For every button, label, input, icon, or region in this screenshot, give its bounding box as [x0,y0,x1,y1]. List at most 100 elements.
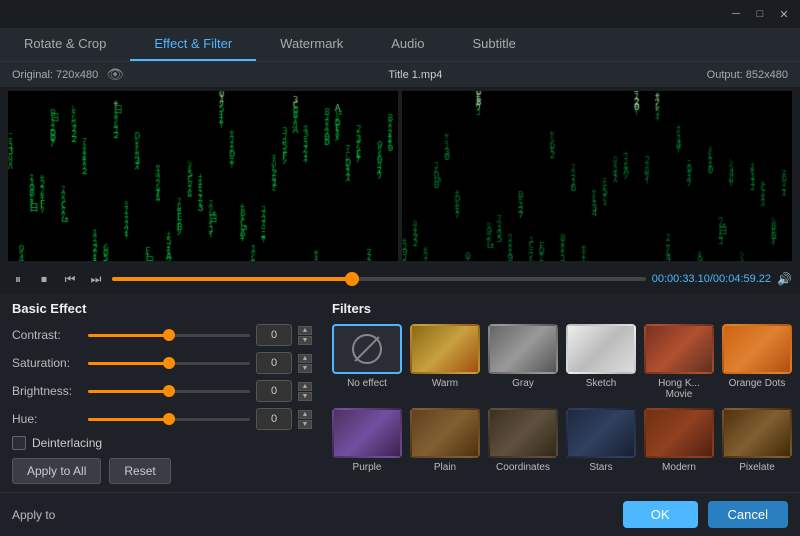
reset-button[interactable]: Reset [109,458,170,484]
contrast-value: 0 [256,324,292,346]
tab-subtitle[interactable]: Subtitle [449,28,540,61]
filter-coordinates-label: Coordinates [496,462,550,473]
filter-modern-label: Modern [662,462,696,473]
output-size-label: Output: 852x480 [707,69,788,81]
filter-sketch[interactable]: Sketch [566,324,636,400]
brightness-spinner[interactable]: ▲ ▼ [298,382,312,401]
apply-all-button[interactable]: Apply to All [12,458,101,484]
no-effect-icon [352,334,382,364]
tab-audio[interactable]: Audio [367,28,448,61]
brightness-label: Brightness: [12,384,82,398]
tab-effect-filter[interactable]: Effect & Filter [130,28,256,61]
filter-stars[interactable]: Stars [566,408,636,473]
title-bar: ─ □ ✕ [0,0,800,28]
filter-coordinates-thumb [488,408,558,458]
contrast-label: Contrast: [12,328,82,342]
maximize-button[interactable]: □ [752,6,768,22]
close-button[interactable]: ✕ [776,6,792,22]
next-button[interactable]: ⏭ [86,269,106,289]
hue-up[interactable]: ▲ [298,410,312,419]
action-buttons: Apply to All Reset [12,458,312,484]
contrast-up[interactable]: ▲ [298,326,312,335]
filter-purple-thumb [332,408,402,458]
filter-modern-thumb [644,408,714,458]
deinterlacing-row: Deinterlacing [12,436,312,450]
hue-row: Hue: 0 ▲ ▼ [12,408,312,430]
filter-stars-thumb [566,408,636,458]
preview-video-panel [402,91,792,261]
tab-rotate-crop[interactable]: Rotate & Crop [0,28,130,61]
volume-icon[interactable]: 🔊 [777,272,792,286]
filter-sketch-label: Sketch [586,378,617,389]
basic-effect-panel: Basic Effect Contrast: 0 ▲ ▼ Saturation:… [12,301,312,484]
filters-grid: No effect Warm Gray Sketch Hong K... Mov… [332,324,792,473]
time-display: 00:00:33.10/00:04:59.22 [652,273,771,285]
filter-gray[interactable]: Gray [488,324,558,400]
filter-pixelate-label: Pixelate [739,462,775,473]
progress-thumb [345,272,359,286]
filter-pixelate-thumb [722,408,792,458]
bottom-bar: Apply to OK Cancel [0,492,800,536]
filter-plain-label: Plain [434,462,456,473]
hue-spinner[interactable]: ▲ ▼ [298,410,312,429]
tab-watermark[interactable]: Watermark [256,28,367,61]
contrast-spinner[interactable]: ▲ ▼ [298,326,312,345]
filter-no-effect[interactable]: No effect [332,324,402,400]
eye-icon[interactable]: 👁 [106,66,124,83]
video-header: Original: 720x480 👁 Title 1.mp4 Output: … [0,62,800,87]
filter-orange-dots[interactable]: Orange Dots [722,324,792,400]
saturation-up[interactable]: ▲ [298,354,312,363]
filter-plain[interactable]: Plain [410,408,480,473]
apply-to-section: Apply to [12,508,55,522]
contrast-down[interactable]: ▼ [298,336,312,345]
hue-down[interactable]: ▼ [298,420,312,429]
basic-effect-title: Basic Effect [12,301,312,316]
deinterlacing-label: Deinterlacing [32,436,102,450]
filter-warm[interactable]: Warm [410,324,480,400]
filter-purple[interactable]: Purple [332,408,402,473]
minimize-button[interactable]: ─ [728,6,744,22]
saturation-row: Saturation: 0 ▲ ▼ [12,352,312,374]
filter-warm-label: Warm [432,378,458,389]
bottom-right-buttons: OK Cancel [623,501,788,528]
filters-title: Filters [332,301,792,316]
stop-button[interactable]: ⏹ [34,269,54,289]
hue-slider[interactable] [88,418,250,421]
filter-modern[interactable]: Modern [644,408,714,473]
filters-panel: Filters No effect Warm Gray Sketch [332,301,792,484]
brightness-slider[interactable] [88,390,250,393]
deinterlacing-checkbox[interactable] [12,436,26,450]
filter-orange-dots-thumb [722,324,792,374]
saturation-down[interactable]: ▼ [298,364,312,373]
contrast-slider[interactable] [88,334,250,337]
cancel-button[interactable]: Cancel [708,501,788,528]
ok-button[interactable]: OK [623,501,698,528]
video-panels [0,87,800,265]
filter-gray-thumb [488,324,558,374]
original-size-label: Original: 720x480 [12,69,98,81]
filter-pixelate[interactable]: Pixelate [722,408,792,473]
brightness-up[interactable]: ▲ [298,382,312,391]
progress-fill [112,277,352,281]
saturation-value: 0 [256,352,292,374]
apply-to-label: Apply to [12,508,55,522]
filter-hongk-label: Hong K... Movie [644,378,714,400]
filter-hongk-thumb [644,324,714,374]
filter-plain-thumb [410,408,480,458]
pause-button[interactable]: ⏸ [8,269,28,289]
saturation-slider[interactable] [88,362,250,365]
video-title: Title 1.mp4 [388,69,442,81]
prev-button[interactable]: ⏮ [60,269,80,289]
brightness-value: 0 [256,380,292,402]
filter-no-effect-thumb [332,324,402,374]
filter-coordinates[interactable]: Coordinates [488,408,558,473]
bottom-section: Basic Effect Contrast: 0 ▲ ▼ Saturation:… [0,293,800,492]
brightness-down[interactable]: ▼ [298,392,312,401]
progress-track[interactable] [112,277,646,281]
filter-warm-thumb [410,324,480,374]
original-video-panel [8,91,398,261]
filter-hongk-movie[interactable]: Hong K... Movie [644,324,714,400]
contrast-row: Contrast: 0 ▲ ▼ [12,324,312,346]
saturation-spinner[interactable]: ▲ ▼ [298,354,312,373]
brightness-row: Brightness: 0 ▲ ▼ [12,380,312,402]
